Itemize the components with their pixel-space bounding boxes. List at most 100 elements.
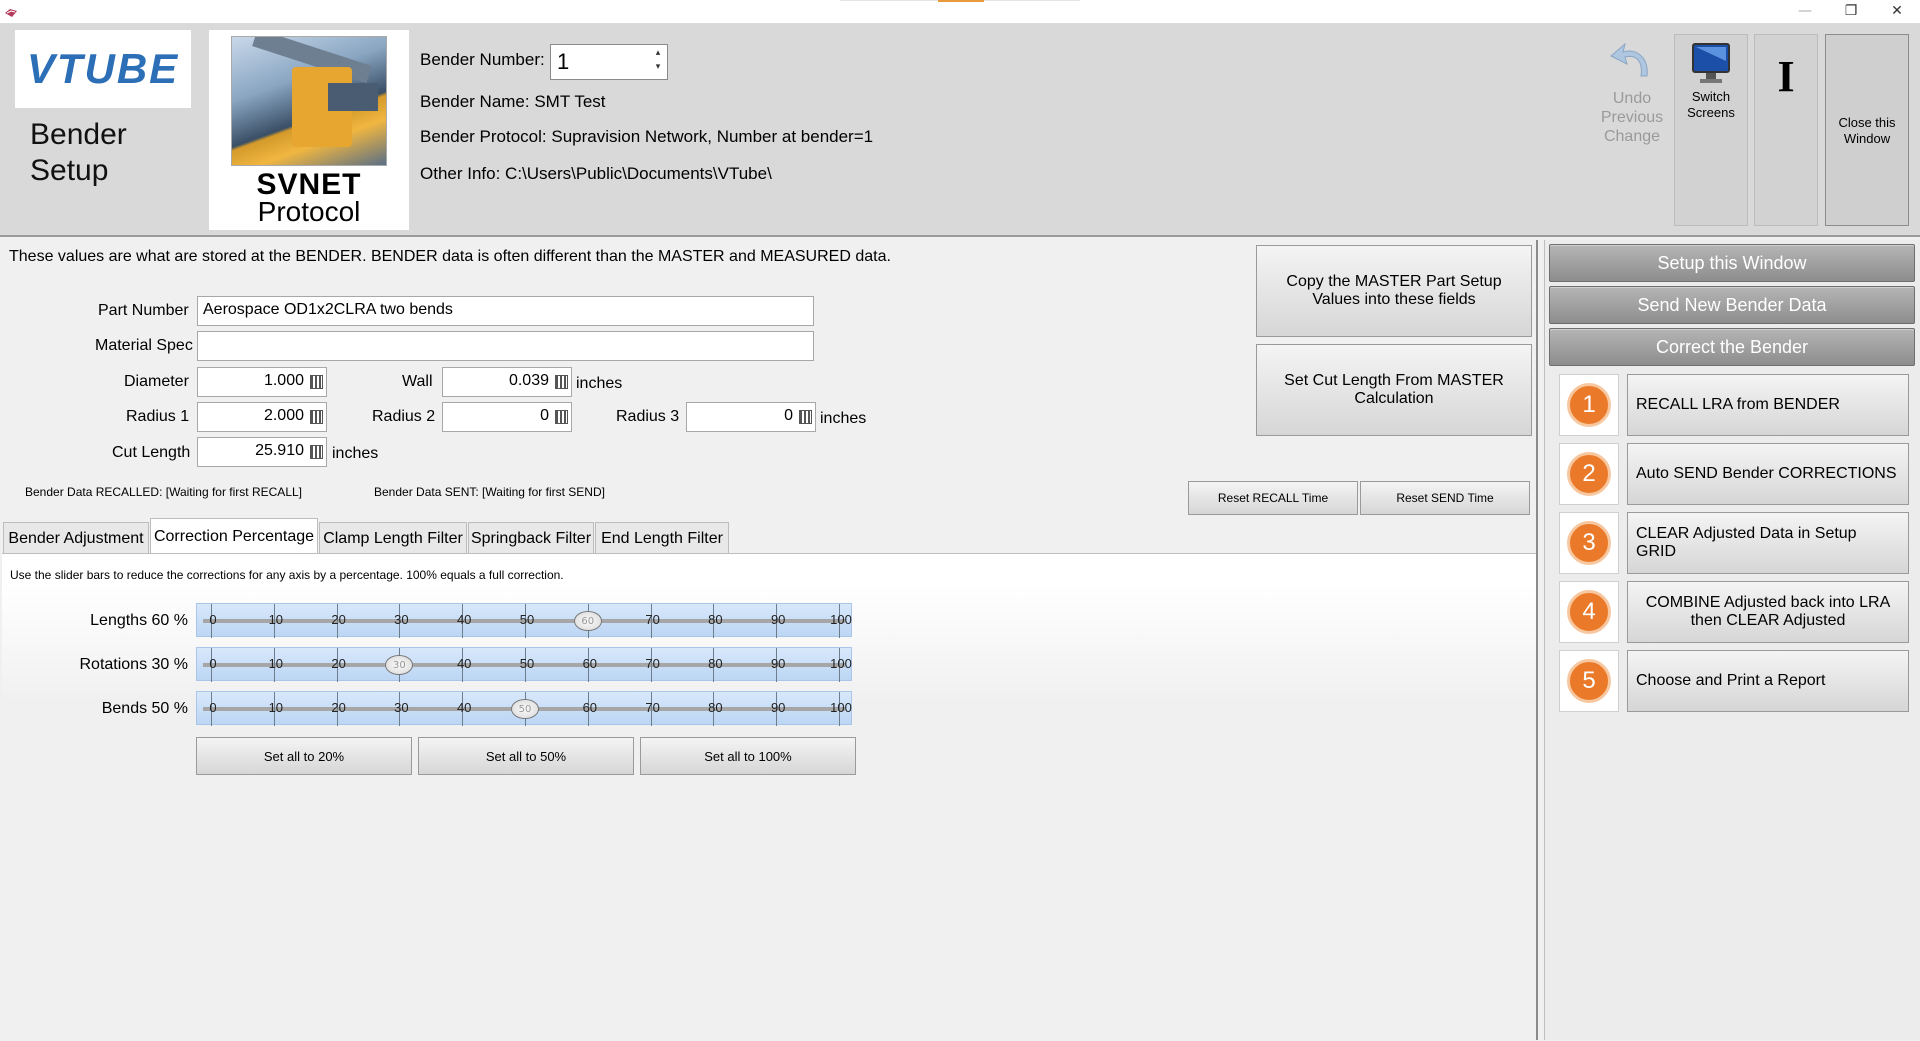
title-bar: — ❐ ✕ (0, 0, 1920, 24)
slider-tick-label: 40 (456, 700, 472, 715)
step-4-circle: 4 (1567, 590, 1611, 634)
slider-thumb[interactable]: 50 (511, 699, 539, 719)
correct-bender-button[interactable]: Correct the Bender (1549, 328, 1915, 366)
rotations-slider-label: Rotations 30 % (79, 656, 188, 673)
undo-button[interactable]: Undo Previous Change (1594, 34, 1670, 226)
wall-label: Wall (402, 373, 433, 390)
title-bar-accent (938, 0, 984, 2)
tab-correction-percentage[interactable]: Correction Percentage (150, 518, 318, 554)
other-info: Other Info: C:\Users\Public\Documents\VT… (420, 164, 772, 183)
rotations-slider[interactable]: 010203040506070809010030 (196, 647, 852, 682)
wall-units: inches (576, 375, 623, 392)
setup-window-button[interactable]: Setup this Window (1549, 244, 1915, 282)
header: VTUBE Bender Setup SVNET Protocol Bender… (0, 24, 1920, 237)
close-window-icon[interactable]: ✕ (1874, 0, 1920, 22)
tab-springback-filter[interactable]: Springback Filter (468, 522, 594, 554)
slider-tick-label: 10 (268, 612, 284, 627)
slider-tick-label: 20 (331, 700, 346, 715)
radius3-value: 0 (784, 407, 793, 424)
auto-send-corrections-button[interactable]: Auto SEND Bender CORRECTIONS (1627, 443, 1909, 505)
tab-end-length-filter[interactable]: End Length Filter (595, 522, 729, 554)
bends-slider[interactable]: 010203040506070809010050 (196, 691, 852, 726)
slider-tick-label: 80 (708, 612, 723, 627)
reset-send-button[interactable]: Reset SEND Time (1360, 481, 1530, 515)
set-cut-length-button[interactable]: Set Cut Length From MASTER Calculation (1256, 344, 1532, 436)
slider-tick-label: 0 (209, 700, 217, 715)
screen-title: Bender Setup (30, 118, 127, 187)
reset-recall-button[interactable]: Reset RECALL Time (1188, 481, 1358, 515)
slider-tick-label: 80 (708, 700, 723, 715)
diameter-label: Diameter (124, 373, 189, 390)
radius2-label: Radius 2 (372, 408, 436, 425)
monitor-icon (1690, 41, 1732, 89)
slider-instructions: Use the slider bars to reduce the correc… (10, 568, 564, 582)
spinner-arrows-icon[interactable]: ▴ ▾ (650, 46, 666, 78)
set-all-20-button[interactable]: Set all to 20% (196, 737, 412, 775)
slider-tick-label: 40 (456, 612, 472, 627)
calculator-icon[interactable] (310, 445, 323, 459)
send-bender-data-button[interactable]: Send New Bender Data (1549, 286, 1915, 324)
bender-machine-image (231, 36, 387, 166)
slider-tick-label: 70 (645, 656, 660, 671)
slider-tick-label: 30 (394, 612, 409, 627)
tab-bender-adjustment[interactable]: Bender Adjustment (3, 522, 149, 554)
slider-tick-label: 90 (770, 700, 786, 715)
part-number-input[interactable]: Aerospace OD1x2CLRA two bends (197, 296, 814, 326)
slider-tick-label: 10 (268, 700, 284, 715)
calculator-icon[interactable] (310, 410, 323, 424)
step-2-number: 2 (1559, 443, 1619, 505)
slider-tick-label: 20 (331, 612, 346, 627)
radius2-input[interactable]: 0 (442, 402, 572, 432)
part-number-label: Part Number (98, 302, 189, 319)
cut-length-value: 25.910 (255, 442, 304, 459)
slider-tick-label: 100 (830, 656, 852, 671)
recall-lra-button[interactable]: RECALL LRA from BENDER (1627, 374, 1909, 436)
slider-tick-label: 0 (209, 612, 217, 627)
material-spec-label: Material Spec (95, 337, 193, 354)
slider-tick-label: 30 (394, 700, 409, 715)
slider-thumb[interactable]: 30 (385, 655, 414, 675)
material-spec-input[interactable] (197, 331, 814, 361)
calculator-icon[interactable] (799, 410, 812, 424)
combine-adjusted-button[interactable]: COMBINE Adjusted back into LRA then CLEA… (1627, 581, 1909, 643)
slider-tick-label: 40 (456, 656, 472, 671)
text-cursor-icon[interactable]: I (1754, 34, 1818, 226)
slider-tick-label: 70 (645, 612, 660, 627)
calculator-icon[interactable] (555, 375, 568, 389)
bender-number-label: Bender Number: (420, 50, 545, 69)
vtube-logo: VTUBE (15, 30, 191, 108)
bender-protocol: Bender Protocol: Supravision Network, Nu… (420, 127, 874, 146)
slider-tick-label: 100 (830, 700, 852, 715)
print-report-button[interactable]: Choose and Print a Report (1627, 650, 1909, 712)
slider-tick-label: 0 (209, 656, 217, 671)
switch-label: Switch Screens (1687, 89, 1735, 120)
copy-master-button[interactable]: Copy the MASTER Part Setup Values into t… (1256, 245, 1532, 337)
step-5-number: 5 (1559, 650, 1619, 712)
radius2-value: 0 (540, 407, 549, 424)
close-label: Close this Window (1838, 115, 1896, 146)
step-3-number: 3 (1559, 512, 1619, 574)
radius1-input[interactable]: 2.000 (197, 402, 327, 432)
switch-screens-button[interactable]: Switch Screens (1674, 34, 1748, 226)
clear-adjusted-button[interactable]: CLEAR Adjusted Data in Setup GRID (1627, 512, 1909, 574)
calculator-icon[interactable] (555, 410, 568, 424)
step-5-circle: 5 (1567, 659, 1611, 703)
logo-text: VTUBE (26, 45, 180, 92)
undo-label: Undo Previous Change (1600, 90, 1664, 145)
lengths-slider[interactable]: 010203040506070809010060 (196, 603, 852, 638)
app-icon (4, 4, 18, 17)
close-this-window-button[interactable]: Close this Window (1825, 34, 1909, 226)
cut-length-input[interactable]: 25.910 (197, 437, 327, 467)
minimize-button[interactable]: — (1782, 0, 1828, 22)
set-all-50-button[interactable]: Set all to 50% (418, 737, 634, 775)
wall-value: 0.039 (508, 372, 549, 389)
restore-button[interactable]: ❐ (1828, 0, 1874, 22)
diameter-input[interactable]: 1.000 (197, 367, 327, 397)
radius3-input[interactable]: 0 (686, 402, 816, 432)
wall-input[interactable]: 0.039 (442, 367, 572, 397)
set-all-100-button[interactable]: Set all to 100% (640, 737, 856, 775)
calculator-icon[interactable] (310, 375, 323, 389)
slider-tick-label: 50 (519, 612, 535, 627)
tab-clamp-length-filter[interactable]: Clamp Length Filter (319, 522, 467, 554)
slider-thumb[interactable]: 60 (573, 611, 602, 631)
